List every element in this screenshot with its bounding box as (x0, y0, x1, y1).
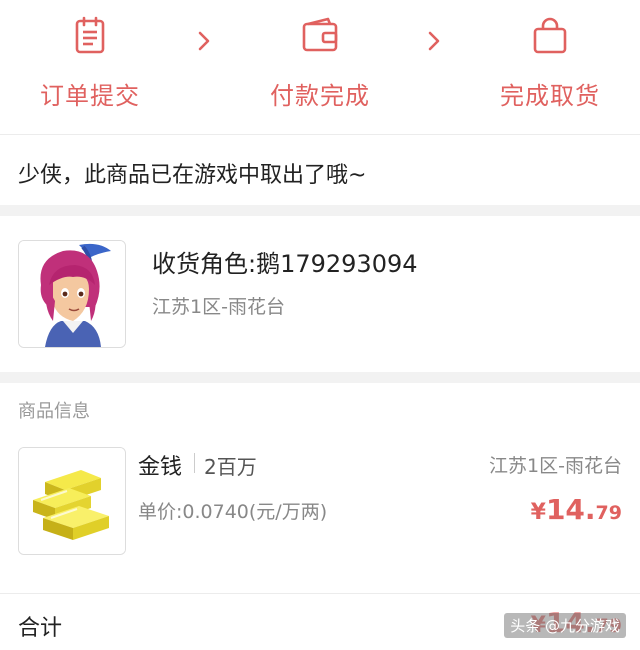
watermark: 头条 @九分游戏 (504, 613, 626, 638)
pickup-notice: 少侠，此商品已在游戏中取出了哦~ (0, 135, 640, 205)
product-unit-price: 单价:0.0740(元/万两) (138, 501, 328, 523)
name-quantity-divider (194, 453, 195, 473)
wallet-icon (302, 17, 338, 52)
shopping-bag-icon (533, 17, 567, 54)
step-label: 付款完成 (270, 82, 370, 110)
product-price: ¥14.79 (531, 493, 622, 526)
total-label: 合计 (18, 616, 63, 641)
character-server: 江苏1区-雨花台 (152, 296, 285, 318)
section-title: 商品信息 (18, 401, 90, 422)
chevron-right-icon (198, 31, 210, 51)
character-avatar (18, 240, 126, 348)
receiving-character: 收货角色:鹅179293094 江苏1区-雨花台 (0, 216, 640, 372)
product-server: 江苏1区-雨花台 (489, 455, 622, 477)
step-label: 完成取货 (500, 82, 600, 110)
order-progress: 订单提交 付款完成 完成取货 (0, 0, 640, 135)
order-detail-page: 订单提交 付款完成 完成取货 少侠，此商品已在游戏中取出了哦~ 收货角色:鹅17… (0, 0, 640, 650)
notice-text: 少侠，此商品已在游戏中取出了哦~ (18, 163, 367, 188)
character-portrait-image (19, 241, 125, 347)
clipboard-icon (75, 16, 105, 54)
product-info: 商品信息 金钱 2百万 江苏1区-雨花台 单价:0.0740(元/万两) ¥14… (0, 383, 640, 593)
section-divider (0, 205, 640, 216)
price-currency: ¥ (530, 500, 546, 525)
step-payment-complete: 付款完成 (240, 0, 400, 134)
gold-bars-image (19, 448, 125, 554)
step-pickup-complete: 完成取货 (470, 0, 630, 134)
price-decimal: 79 (595, 502, 622, 524)
step-order-submitted: 订单提交 (10, 0, 170, 134)
price-integer: 14. (545, 493, 596, 526)
chevron-right-icon (428, 31, 440, 51)
section-divider (0, 372, 640, 383)
product-quantity: 2百万 (204, 455, 257, 479)
product-thumbnail (18, 447, 126, 555)
step-label: 订单提交 (40, 82, 140, 110)
character-name: 收货角色:鹅179293094 (152, 250, 418, 278)
product-name: 金钱 (138, 455, 183, 480)
